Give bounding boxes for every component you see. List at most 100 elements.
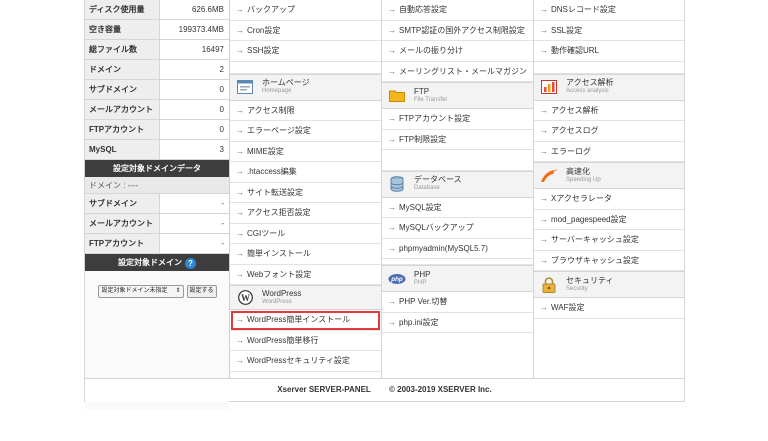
stat-row-disk-usage: ディスク使用量 626.6MB — [85, 0, 229, 20]
arrow-right-icon: → — [236, 5, 244, 14]
spacer — [230, 62, 381, 74]
menu-item-mysql-settings[interactable]: → MySQL設定 — [382, 198, 533, 218]
target-domain-line: ドメイン : ---- — [85, 177, 229, 194]
stat-label: メールアカウント — [85, 100, 160, 119]
menu-item-web-fonts[interactable]: → Webフォント設定 — [230, 265, 381, 285]
menu-item-phpmyadmin[interactable]: → phpmyadmin(MySQL5.7) — [382, 239, 533, 259]
menu-item-x-accelerator[interactable]: → Xアクセラレータ — [534, 189, 684, 210]
menu-item-mod-pagespeed[interactable]: → mod_pagespeed設定 — [534, 210, 684, 230]
menu-item-access-log[interactable]: → アクセスログ — [534, 121, 684, 142]
section-header-access-analysis: アクセス解析 Access analysis — [534, 73, 684, 101]
stat-row-mail-accounts: メールアカウント 0 — [85, 100, 229, 120]
menu-column-3: → DNSレコード設定 → SSL設定 → 動作確認URL アクセス解析 Access … — [534, 0, 684, 378]
arrow-right-icon: → — [236, 228, 244, 238]
menu-item-label: エラーページ設定 — [247, 126, 311, 135]
arrow-right-icon: → — [236, 146, 244, 156]
menu-item-ftp-account[interactable]: → FTPアカウント設定 — [382, 109, 533, 130]
menu-item-server-cache[interactable]: → サーバーキャッシュ設定 — [534, 230, 684, 251]
menu-item-label: アクセス解析 — [551, 105, 599, 115]
menu-item-mail-filter[interactable]: → メールの振り分け — [382, 41, 533, 62]
footer-copyright: © 2003-2019 XSERVER Inc. — [389, 385, 492, 394]
set-domain-button[interactable]: 設定する — [186, 284, 217, 298]
menu-item-label: SSH設定 — [247, 46, 280, 55]
menu-item-label: サイト転送設定 — [247, 187, 303, 197]
menu-item-cgi-tools[interactable]: → CGIツール — [230, 224, 381, 244]
target-domain-selector: 設定対象ドメイン未指定 ⇕ 設定する — [85, 271, 229, 311]
arrow-right-icon: → — [388, 25, 396, 35]
arrow-right-icon: → — [540, 25, 548, 35]
menu-item-label: WAF設定 — [551, 303, 585, 312]
section-header-php: php PHP PHP — [382, 265, 533, 292]
stat-row-free-space: 空き容量 199373.4MB — [85, 20, 229, 40]
menu-item-label: php.ini設定 — [399, 317, 439, 327]
section-title: WordPress — [262, 288, 302, 298]
menu-item-access-analysis[interactable]: → アクセス解析 — [534, 101, 684, 121]
arrow-right-icon: → — [540, 5, 548, 14]
menu-item-mime[interactable]: → MIME設定 — [230, 142, 381, 162]
stat-value: - — [221, 219, 224, 228]
menu-item-mysql-backup[interactable]: → MySQLバックアップ — [382, 218, 533, 239]
menu-item-label: 動作確認URL — [551, 46, 600, 55]
stat-label: 空き容量 — [85, 20, 160, 39]
arrow-right-icon: → — [236, 356, 244, 365]
stat-label: ディスク使用量 — [85, 0, 160, 19]
menu-item-easy-install[interactable]: → 簡単インストール — [230, 244, 381, 265]
section-title: セキュリティ — [566, 275, 614, 285]
menu-item-label: Xアクセラレータ — [551, 194, 612, 203]
menu-item-waf[interactable]: → WAF設定 — [534, 298, 684, 319]
menu-item-wordpress-easy-install[interactable]: → WordPress簡単インストール — [230, 310, 381, 331]
menu-item-access-restriction[interactable]: → アクセス制限 — [230, 101, 381, 121]
menu-item-backup[interactable]: → バックアップ — [230, 0, 381, 21]
arrow-right-icon: → — [540, 126, 548, 135]
stat-label: 総ファイル数 — [85, 40, 160, 59]
menu-item-htaccess[interactable]: → .htaccess編集 — [230, 162, 381, 183]
menu-item-label: PHP Ver.切替 — [399, 297, 448, 306]
menu-item-label: 簡単インストール — [247, 249, 311, 258]
target-domain-select[interactable]: 設定対象ドメイン未指定 ⇕ — [97, 284, 184, 298]
menu-item-auto-reply[interactable]: → 自動応答設定 — [382, 0, 533, 21]
menu-item-label: WordPressセキュリティ設定 — [247, 356, 350, 365]
stat-value: 626.6MB — [191, 5, 224, 14]
section-subtitle: WordPress — [262, 298, 292, 305]
target-domain-title: 設定対象ドメイン — [118, 258, 182, 267]
menu-item-label: MySQLバックアップ — [399, 223, 474, 232]
menu-item-error-log[interactable]: → エラーログ — [534, 142, 684, 162]
domain-stat-row-subdomains: サブドメイン - — [85, 194, 229, 214]
menu-item-error-page[interactable]: → エラーページ設定 — [230, 121, 381, 142]
menu-item-test-url[interactable]: → 動作確認URL — [534, 41, 684, 62]
menu-item-ftp-restriction[interactable]: → FTP制限設定 — [382, 130, 533, 150]
menu-item-access-deny[interactable]: → アクセス拒否設定 — [230, 203, 381, 224]
menu-item-mailing-list[interactable]: → メーリングリスト・メールマガジン — [382, 62, 533, 82]
section-title: アクセス解析 — [566, 78, 614, 87]
arrow-right-icon: → — [236, 335, 244, 345]
menu-item-smtp-restriction[interactable]: → SMTP認証の国外アクセス制限設定 — [382, 21, 533, 41]
menu-item-wordpress-security[interactable]: → WordPressセキュリティ設定 — [230, 351, 381, 372]
stat-row-file-count: 総ファイル数 16497 — [85, 40, 229, 60]
stat-value: 16497 — [201, 45, 224, 54]
help-icon[interactable]: ? — [185, 258, 196, 269]
menu-item-wordpress-migration[interactable]: → WordPress簡単移行 — [230, 331, 381, 351]
section-title: FTP — [414, 86, 430, 96]
spacer — [382, 150, 533, 171]
stat-row-domains: ドメイン 2 — [85, 60, 229, 80]
menu-item-browser-cache[interactable]: → ブラウザキャッシュ設定 — [534, 251, 684, 271]
menu-item-label: ブラウザキャッシュ設定 — [551, 255, 639, 265]
arrow-right-icon: → — [236, 208, 244, 217]
menu-item-php-version[interactable]: → PHP Ver.切替 — [382, 292, 533, 313]
section-header-homepage: ホームページ Homepage — [230, 73, 381, 101]
stat-label: サブドメイン — [85, 80, 160, 99]
menu-item-ssl[interactable]: → SSL設定 — [534, 21, 684, 41]
menu-item-label: メールの振り分け — [399, 46, 463, 55]
menu-item-site-redirect[interactable]: → サイト転送設定 — [230, 183, 381, 203]
menu-item-php-ini[interactable]: → php.ini設定 — [382, 313, 533, 333]
stat-value: 3 — [219, 145, 224, 154]
menu-item-cron[interactable]: → Cron設定 — [230, 21, 381, 41]
menu-item-label: MySQL設定 — [399, 202, 442, 212]
section-header-wordpress: W WordPress WordPress — [230, 285, 381, 310]
menu-item-label: アクセスログ — [551, 126, 599, 135]
arrow-right-icon: → — [388, 134, 396, 144]
menu-item-dns-record[interactable]: → DNSレコード設定 — [534, 0, 684, 21]
select-value: 設定対象ドメイン未指定 — [101, 287, 168, 294]
menu-item-label: DNSレコード設定 — [551, 5, 616, 14]
menu-item-ssh[interactable]: → SSH設定 — [230, 41, 381, 62]
